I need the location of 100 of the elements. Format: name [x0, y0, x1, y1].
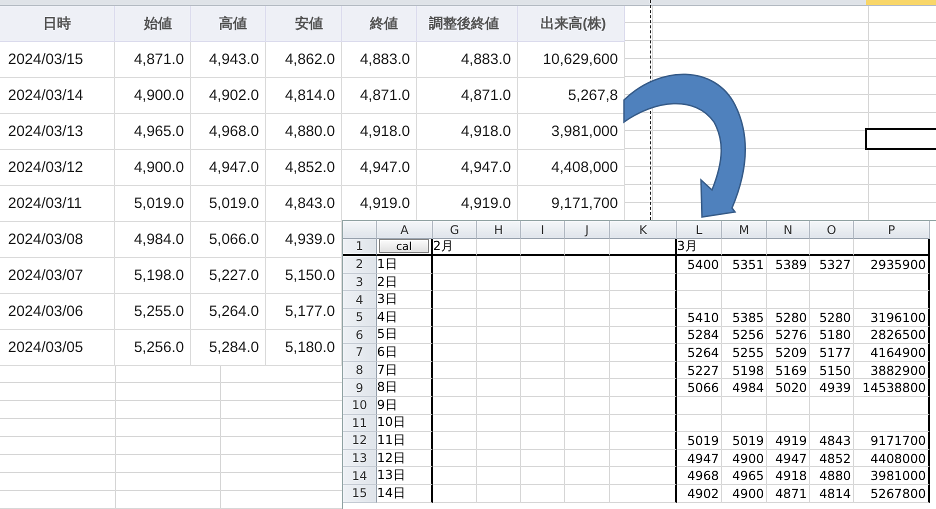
table-cell: 5264	[677, 344, 722, 362]
row-number[interactable]: 8	[343, 362, 377, 380]
table-cell: 4900	[722, 450, 767, 468]
row-number[interactable]: 10	[343, 396, 377, 415]
table-cell: 5020	[767, 379, 810, 397]
column-header[interactable]: N	[767, 221, 810, 239]
empty-cell	[722, 274, 767, 292]
table-cell: 5,284.0	[191, 330, 266, 366]
table-cell: 5280	[810, 308, 854, 327]
row-number[interactable]: 2	[343, 256, 377, 274]
empty-cell	[433, 326, 477, 344]
table-cell: 2日	[377, 274, 433, 292]
empty-cell	[477, 484, 521, 502]
empty-cell	[477, 308, 521, 327]
empty-cell	[521, 308, 565, 327]
row-number[interactable]: 7	[343, 344, 377, 362]
column-header[interactable]: O	[810, 221, 854, 239]
row-number[interactable]: 6	[343, 326, 377, 344]
table-cell: 4968	[677, 467, 722, 485]
table-cell: 5,227.0	[191, 258, 266, 294]
table-cell: 5日	[377, 326, 433, 344]
table-cell: 3981000	[854, 467, 930, 485]
empty-cell	[810, 291, 854, 309]
column-header[interactable]: K	[610, 221, 677, 239]
table-cell: 5327	[810, 256, 854, 274]
column-header[interactable]: M	[722, 221, 767, 239]
table-cell: 4,871.0	[417, 78, 518, 114]
table-cell: 14538800	[854, 379, 930, 397]
row-number[interactable]: 13	[343, 450, 377, 468]
column-header[interactable]: A	[377, 221, 433, 239]
empty-cell	[565, 291, 610, 309]
empty-cell	[722, 238, 767, 256]
table-cell: 4,871.0	[342, 78, 417, 114]
empty-cell	[610, 274, 677, 292]
empty-cell	[477, 467, 521, 485]
row-number[interactable]: 4	[343, 291, 377, 309]
empty-cell	[565, 467, 610, 485]
table-cell: 14日	[377, 484, 433, 502]
column-header[interactable]: 高値	[191, 6, 266, 42]
empty-cell	[767, 238, 810, 256]
empty-cell	[521, 379, 565, 397]
table-cell: 4,965.0	[115, 114, 191, 150]
row-number[interactable]: 12	[343, 432, 377, 450]
column-header[interactable]: I	[521, 221, 565, 239]
table-cell: 2826500	[854, 326, 930, 344]
empty-cell	[610, 450, 677, 468]
table-cell: 4408000	[854, 450, 930, 468]
empty-cell	[610, 484, 677, 502]
empty-cell	[477, 450, 521, 468]
empty-cell	[767, 274, 810, 292]
table-cell: 10,629,600	[518, 42, 625, 78]
empty-cell	[477, 344, 521, 362]
empty-cell	[810, 396, 854, 415]
row-number[interactable]: 11	[343, 414, 377, 432]
table-cell: 5256	[722, 326, 767, 344]
column-header[interactable]: 調整後終値	[417, 6, 518, 42]
column-header[interactable]: J	[565, 221, 610, 239]
empty-cell	[565, 308, 610, 327]
row-number[interactable]: 5	[343, 308, 377, 327]
empty-cell	[610, 379, 677, 397]
row-number[interactable]: 1	[343, 238, 377, 256]
table-cell: 4947	[767, 450, 810, 468]
table-cell: 5,264.0	[191, 294, 266, 330]
empty-cell	[477, 291, 521, 309]
table-cell: 4919	[767, 432, 810, 450]
column-header[interactable]: P	[854, 221, 930, 239]
column-header[interactable]: G	[433, 221, 477, 239]
column-header[interactable]: 始値	[115, 6, 191, 42]
empty-cell	[767, 291, 810, 309]
empty-cell	[477, 414, 521, 432]
column-header[interactable]: 安値	[266, 6, 342, 42]
table-cell: 4164900	[854, 344, 930, 362]
table-cell: 2024/03/08	[0, 222, 115, 258]
table-cell: 3882900	[854, 362, 930, 380]
row-number[interactable]: 15	[343, 484, 377, 502]
table-cell: 4965	[722, 467, 767, 485]
empty-cell	[477, 396, 521, 415]
selected-cell[interactable]	[865, 128, 936, 150]
cal-button[interactable]: cal	[379, 239, 429, 254]
table-cell: 4,900.0	[115, 150, 191, 186]
row-number[interactable]: 9	[343, 379, 377, 397]
column-header[interactable]: 終値	[342, 6, 417, 42]
table-cell: 4947	[677, 450, 722, 468]
column-header[interactable]: L	[677, 221, 722, 239]
empty-cell	[477, 326, 521, 344]
table-cell: 2024/03/12	[0, 150, 115, 186]
table-cell: 4,880.0	[266, 114, 342, 150]
row-number[interactable]: 14	[343, 467, 377, 485]
column-header[interactable]: 日時	[0, 6, 115, 42]
empty-cell	[433, 256, 477, 274]
row-number[interactable]: 3	[343, 274, 377, 292]
empty-cell	[677, 396, 722, 415]
table-cell: 3196100	[854, 308, 930, 327]
column-header[interactable]: H	[477, 221, 521, 239]
column-header[interactable]: 出来高(株)	[518, 6, 625, 42]
empty-cell	[521, 326, 565, 344]
table-cell: 4,900.0	[115, 78, 191, 114]
empty-cell	[810, 414, 854, 432]
empty-cell	[565, 484, 610, 502]
table-cell: 2月	[433, 238, 477, 256]
